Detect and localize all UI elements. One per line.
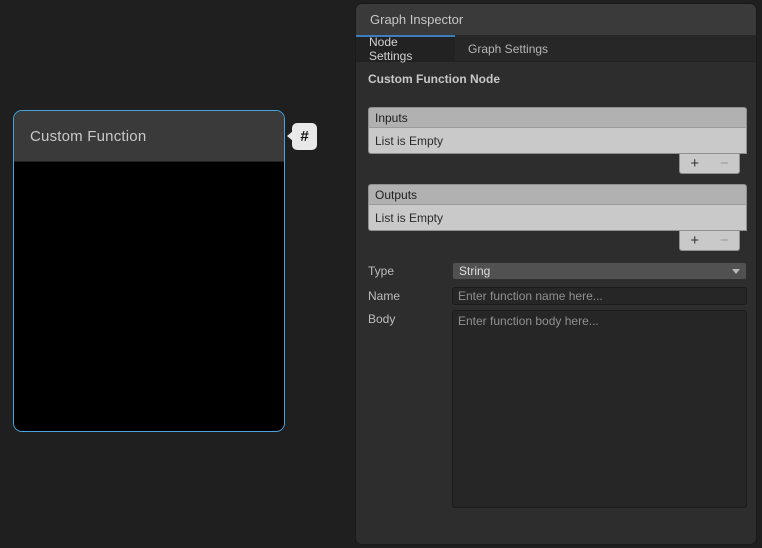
function-name-input[interactable] [452, 287, 747, 305]
tab-graph-settings[interactable]: Graph Settings [455, 35, 561, 61]
type-dropdown[interactable]: String [452, 262, 747, 280]
outputs-list-empty-row: List is Empty [368, 205, 747, 231]
node-preview-body [14, 162, 284, 431]
node-title-bar[interactable]: Custom Function [14, 111, 284, 162]
graph-inspector-panel: Graph Inspector Node Settings Graph Sett… [356, 4, 756, 544]
inputs-list-empty-row: List is Empty [368, 128, 747, 154]
inputs-remove-button[interactable]: − [711, 155, 737, 173]
inputs-list: Inputs List is Empty + − [368, 107, 747, 174]
inputs-list-header: Inputs [368, 107, 747, 128]
badge-pointer-icon [287, 131, 293, 141]
outputs-list: Outputs List is Empty + − [368, 184, 747, 251]
tab-node-settings[interactable]: Node Settings [356, 35, 455, 61]
node-hash-badge[interactable]: # [292, 123, 317, 150]
outputs-remove-button[interactable]: − [711, 232, 737, 250]
hash-icon: # [300, 128, 308, 145]
shader-graph-window: Custom Function # Graph Inspector Node S… [0, 0, 762, 548]
inputs-list-empty-label: List is Empty [375, 134, 443, 148]
body-label: Body [368, 310, 452, 326]
node-settings-heading: Custom Function Node [368, 72, 747, 88]
function-body-textarea[interactable] [452, 310, 747, 508]
outputs-list-footer: + − [679, 231, 740, 251]
type-field-row: Type String [368, 262, 747, 280]
panel-body: Custom Function Node Inputs List is Empt… [356, 72, 756, 508]
tab-graph-settings-label: Graph Settings [468, 42, 548, 56]
outputs-add-button[interactable]: + [682, 232, 708, 250]
node-title: Custom Function [30, 128, 146, 145]
panel-header[interactable]: Graph Inspector [356, 4, 756, 35]
chevron-down-icon [732, 269, 740, 274]
body-field-row: Body [368, 310, 747, 508]
custom-function-node[interactable]: Custom Function [13, 110, 285, 432]
panel-title: Graph Inspector [370, 12, 463, 27]
outputs-list-empty-label: List is Empty [375, 211, 443, 225]
type-dropdown-value: String [459, 264, 732, 278]
inputs-add-button[interactable]: + [682, 155, 708, 173]
type-label: Type [368, 262, 452, 278]
outputs-list-header-label: Outputs [375, 188, 417, 202]
inputs-list-footer: + − [679, 154, 740, 174]
name-label: Name [368, 287, 452, 303]
inputs-list-header-label: Inputs [375, 111, 408, 125]
name-field-row: Name [368, 287, 747, 305]
graph-canvas[interactable]: Custom Function # [0, 0, 356, 548]
tab-node-settings-label: Node Settings [369, 35, 442, 63]
tab-bar: Node Settings Graph Settings [356, 35, 756, 62]
outputs-list-header: Outputs [368, 184, 747, 205]
